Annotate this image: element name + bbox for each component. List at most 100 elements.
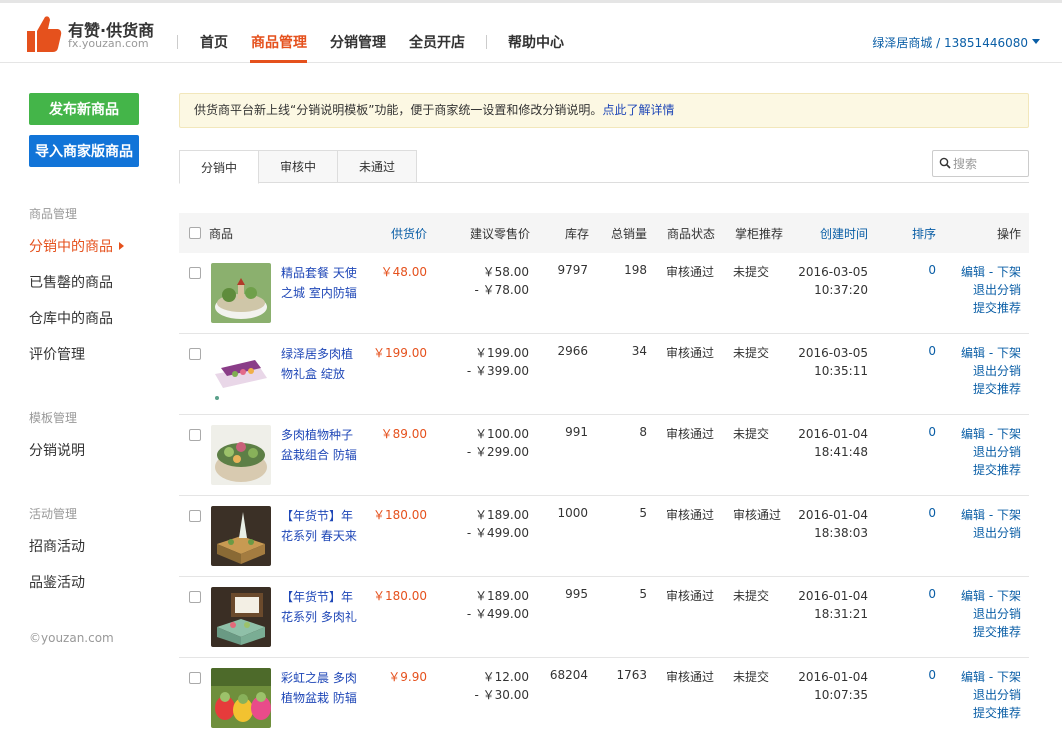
product-thumbnail[interactable] [211, 668, 271, 728]
notice-banner: 供货商平台新上线“分销说明模板”功能，便于商家统一设置和修改分销说明。点此了解详… [179, 93, 1029, 128]
status-text: 审核通过 [666, 265, 715, 279]
exit-distribution-link[interactable]: 退出分销 [973, 283, 1021, 297]
stock-value: 991 [565, 425, 588, 439]
exit-distribution-link[interactable]: 退出分销 [973, 607, 1021, 621]
sidebar-item-distributing[interactable]: 分销中的商品 [29, 236, 124, 256]
edit-unlist-link[interactable]: 编辑 - 下架 [961, 427, 1021, 441]
sort-value[interactable]: 0 [928, 425, 936, 439]
nav-product-management[interactable]: 商品管理 [251, 32, 307, 52]
publish-product-button[interactable]: 发布新商品 [29, 93, 139, 125]
notice-text: 供货商平台新上线“分销说明模板”功能，便于商家统一设置和修改分销说明。 [194, 103, 603, 117]
table-row: 多肉植物种子盆栽组合 防辐 ￥89.00 ￥100.00 - ￥299.00 99… [179, 415, 1029, 496]
row-checkbox[interactable] [189, 429, 201, 441]
tab-distributing[interactable]: 分销中 [179, 150, 259, 184]
supply-price: ￥89.00 [380, 427, 427, 441]
column-product: 商品 [209, 227, 234, 241]
sales-value: 5 [639, 506, 647, 520]
product-name-link[interactable]: 【年货节】年花系列 多肉礼 [281, 587, 361, 627]
edit-unlist-link[interactable]: 编辑 - 下架 [961, 265, 1021, 279]
row-checkbox[interactable] [189, 672, 201, 684]
stock-value: 9797 [557, 263, 588, 277]
product-thumbnail[interactable] [211, 587, 271, 647]
retail-price-max: - ￥30.00 [474, 688, 530, 702]
created-time: 2016-01-04 18:41:48 [798, 425, 868, 461]
sort-value[interactable]: 0 [928, 344, 936, 358]
submit-recommend-link[interactable]: 提交推荐 [973, 463, 1021, 477]
exit-distribution-link[interactable]: 退出分销 [973, 445, 1021, 459]
tab-rejected[interactable]: 未通过 [337, 150, 417, 183]
retail-price-max: - ￥499.00 [466, 526, 529, 540]
search-input[interactable] [953, 155, 1025, 173]
recommend-text: 未提交 [733, 589, 770, 603]
edit-unlist-link[interactable]: 编辑 - 下架 [961, 670, 1021, 684]
product-thumbnail[interactable] [211, 344, 271, 404]
submit-recommend-link[interactable]: 提交推荐 [973, 706, 1021, 720]
sidebar-item-warehouse[interactable]: 仓库中的商品 [29, 308, 113, 328]
retail-price-min: ￥189.00 [475, 589, 529, 603]
created-date: 2016-01-04 [798, 670, 868, 684]
nav-help-center[interactable]: 帮助中心 [508, 32, 564, 52]
supply-price: ￥48.00 [380, 265, 427, 279]
sidebar-item-distribution-notes[interactable]: 分销说明 [29, 440, 85, 460]
sort-value[interactable]: 0 [928, 506, 936, 520]
nav-staff-store[interactable]: 全员开店 [409, 32, 465, 52]
sales-value: 34 [631, 344, 647, 358]
sort-value[interactable]: 0 [928, 668, 936, 682]
column-ops: 操作 [997, 227, 1022, 241]
row-checkbox[interactable] [189, 348, 201, 360]
product-name-link[interactable]: 【年货节】年花系列 春天来 [281, 506, 361, 546]
edit-unlist-link[interactable]: 编辑 - 下架 [961, 589, 1021, 603]
nav-distribution-management[interactable]: 分销管理 [330, 32, 386, 52]
sidebar-item-tasting-events[interactable]: 品鉴活动 [29, 572, 85, 592]
retail-price: ￥58.00 - ￥78.00 [475, 263, 530, 299]
sort-value[interactable]: 0 [928, 263, 936, 277]
supply-price: ￥199.00 [373, 346, 427, 360]
retail-price-max: - ￥78.00 [474, 283, 530, 297]
recommend-text: 未提交 [733, 265, 770, 279]
row-checkbox[interactable] [189, 267, 201, 279]
created-time: 2016-01-04 10:07:35 [798, 668, 868, 704]
product-thumbnail[interactable] [211, 425, 271, 485]
created-time: 2016-03-05 10:35:11 [798, 344, 868, 380]
sort-value[interactable]: 0 [928, 587, 936, 601]
product-name-link[interactable]: 彩虹之晨 多肉植物盆栽 防辐 [281, 668, 361, 708]
column-supply-price[interactable]: 供货价 [391, 225, 427, 242]
stock-value: 995 [565, 587, 588, 601]
stock-value: 68204 [549, 668, 588, 682]
notice-details-link[interactable]: 点此了解详情 [602, 103, 674, 117]
nav-divider [486, 35, 487, 49]
sidebar-item-sold-out[interactable]: 已售罄的商品 [29, 272, 113, 292]
import-product-button[interactable]: 导入商家版商品 [29, 135, 139, 167]
row-checkbox[interactable] [189, 510, 201, 522]
nav-divider [177, 35, 178, 49]
submit-recommend-link[interactable]: 提交推荐 [973, 301, 1021, 315]
sidebar-group-title: 商品管理 [29, 207, 78, 221]
product-name-link[interactable]: 多肉植物种子盆栽组合 防辐 [281, 425, 361, 465]
tab-under-review[interactable]: 审核中 [258, 150, 338, 183]
column-sort[interactable]: 排序 [912, 225, 936, 242]
exit-distribution-link[interactable]: 退出分销 [973, 526, 1021, 540]
exit-distribution-link[interactable]: 退出分销 [973, 688, 1021, 702]
nav-home[interactable]: 首页 [200, 32, 228, 52]
row-actions: 编辑 - 下架退出分销 [961, 506, 1021, 542]
sidebar-item-reviews[interactable]: 评价管理 [29, 344, 85, 364]
column-created-time[interactable]: 创建时间 [820, 225, 868, 242]
thumbs-up-logo-icon[interactable] [26, 14, 62, 54]
sidebar-group-title: 模板管理 [29, 411, 78, 425]
exit-distribution-link[interactable]: 退出分销 [973, 364, 1021, 378]
sidebar-item-recruit-events[interactable]: 招商活动 [29, 536, 85, 556]
row-checkbox[interactable] [189, 591, 201, 603]
edit-unlist-link[interactable]: 编辑 - 下架 [961, 346, 1021, 360]
recommend-text: 审核通过 [733, 508, 782, 522]
status-text: 审核通过 [666, 670, 715, 684]
select-all-checkbox[interactable] [189, 227, 201, 239]
product-name-link[interactable]: 绿泽居多肉植物礼盒 绽放 [281, 344, 361, 384]
submit-recommend-link[interactable]: 提交推荐 [973, 382, 1021, 396]
product-thumbnail[interactable] [211, 506, 271, 566]
chevron-down-icon[interactable] [1032, 39, 1040, 44]
edit-unlist-link[interactable]: 编辑 - 下架 [961, 508, 1021, 522]
product-name-link[interactable]: 精品套餐 天使之城 室内防辐 [281, 263, 361, 303]
user-account-menu[interactable]: 绿泽居商城 / 13851446080 [872, 34, 1028, 51]
product-thumbnail[interactable] [211, 263, 271, 323]
submit-recommend-link[interactable]: 提交推荐 [973, 625, 1021, 639]
